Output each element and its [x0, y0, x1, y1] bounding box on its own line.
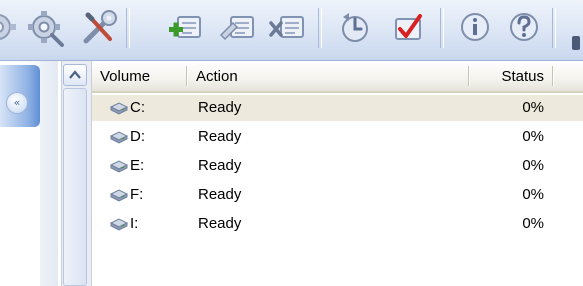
- status-cell: 0%: [522, 157, 544, 174]
- action-cell: Ready: [198, 128, 242, 145]
- scroll-thumb[interactable]: [63, 88, 87, 286]
- info-button[interactable]: [453, 5, 497, 49]
- column-divider[interactable]: [186, 66, 187, 86]
- status-cell: 0%: [522, 186, 544, 203]
- toolbar-grip[interactable]: [572, 36, 580, 50]
- edit-job-icon: [219, 16, 254, 41]
- settings-button[interactable]: [24, 5, 68, 49]
- help-icon: [510, 13, 538, 41]
- toolbar: [0, 0, 583, 61]
- column-header-volume[interactable]: Volume: [100, 61, 186, 91]
- add-job-button[interactable]: [164, 5, 208, 49]
- toolbar-separator: [552, 8, 556, 48]
- settings-icon: [0, 14, 16, 40]
- table-row[interactable]: E: Ready 0%: [92, 153, 583, 179]
- remove-job-icon: [269, 16, 304, 38]
- scroll-up-button[interactable]: [63, 64, 87, 86]
- list-header: Volume Action Status: [92, 61, 583, 93]
- help-button[interactable]: [502, 5, 546, 49]
- task-pane-body: [0, 127, 40, 286]
- volume-list: Volume Action Status C: Ready 0% D: Read…: [92, 61, 583, 286]
- action-cell: Ready: [198, 215, 242, 232]
- check-icon: [395, 14, 422, 40]
- toolbar-separator: [126, 8, 130, 48]
- collapse-button[interactable]: «: [6, 92, 28, 114]
- table-row[interactable]: F: Ready 0%: [92, 182, 583, 208]
- hard-drive-icon: [110, 159, 128, 173]
- hard-drive-icon: [110, 130, 128, 144]
- toolbar-separator: [318, 8, 322, 48]
- table-row[interactable]: C: Ready 0%: [92, 95, 583, 121]
- tools-button[interactable]: [78, 5, 122, 49]
- action-cell: Ready: [198, 157, 242, 174]
- remove-job-button[interactable]: [265, 5, 309, 49]
- action-cell: Ready: [198, 186, 242, 203]
- status-cell: 0%: [522, 215, 544, 232]
- table-row[interactable]: I: Ready 0%: [92, 211, 583, 237]
- check-button[interactable]: [386, 5, 430, 49]
- status-cell: 0%: [522, 99, 544, 116]
- update-icon: [342, 13, 368, 42]
- column-header-action[interactable]: Action: [196, 61, 468, 91]
- volume-cell: D:: [130, 128, 145, 145]
- table-row[interactable]: D: Ready 0%: [92, 124, 583, 150]
- volume-cell: C:: [130, 99, 145, 116]
- column-header-status[interactable]: Status: [472, 61, 544, 91]
- status-cell: 0%: [522, 128, 544, 145]
- info-icon: [461, 13, 489, 41]
- volume-cell: I:: [130, 215, 139, 232]
- tools-icon: [83, 10, 117, 44]
- panel-edge: [40, 61, 58, 286]
- settings-button[interactable]: [0, 5, 20, 49]
- chevron-up-icon: «: [13, 96, 21, 109]
- chevron-up-icon: [69, 70, 81, 79]
- hard-drive-icon: [110, 101, 128, 115]
- toolbar-separator: [440, 8, 444, 48]
- column-divider[interactable]: [468, 66, 469, 86]
- settings-icon: [28, 11, 64, 47]
- hard-drive-icon: [110, 217, 128, 231]
- app-window: « Volume Action Status C: Ready 0% D: Re…: [0, 0, 583, 286]
- add-job-icon: [169, 16, 201, 38]
- update-button[interactable]: [333, 5, 377, 49]
- action-cell: Ready: [198, 99, 242, 116]
- column-divider[interactable]: [552, 66, 553, 86]
- hard-drive-icon: [110, 188, 128, 202]
- edit-job-button[interactable]: [215, 5, 259, 49]
- volume-cell: E:: [130, 157, 145, 174]
- volume-cell: F:: [130, 186, 144, 203]
